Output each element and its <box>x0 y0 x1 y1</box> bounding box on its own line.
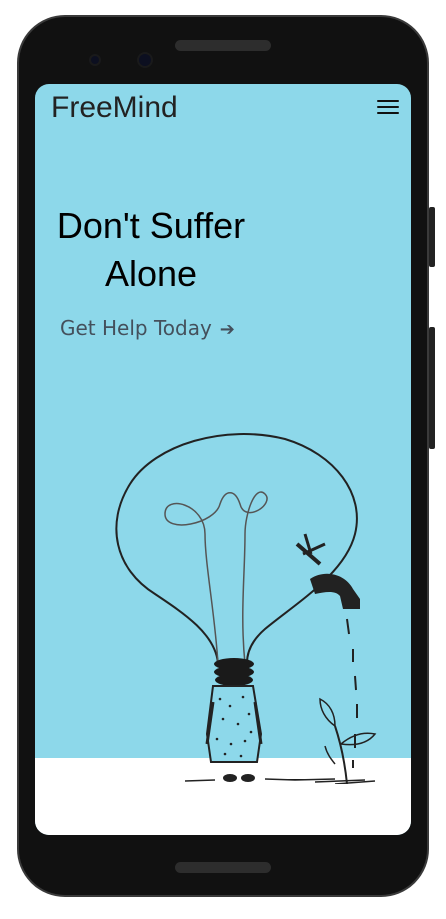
hero-title-line1: Don't Suffer <box>56 205 246 246</box>
volume-button <box>429 327 435 449</box>
hero-title: Don't Suffer Alone <box>51 202 251 298</box>
top-speaker <box>175 40 271 51</box>
screen: FreeMind Don't Suffer Alone Get Help Tod… <box>35 84 411 835</box>
front-camera-icon <box>89 54 101 66</box>
get-help-label: Get Help Today <box>60 316 212 340</box>
brand-logo[interactable]: FreeMind <box>51 91 178 125</box>
hero-title-line2: Alone <box>104 253 198 294</box>
navbar: FreeMind <box>35 84 411 134</box>
lightbulb-illustration <box>115 433 377 784</box>
arrow-right-icon: ➔ <box>219 319 235 340</box>
get-help-link[interactable]: Get Help Today ➔ <box>60 316 235 340</box>
bottom-speaker <box>175 862 271 873</box>
power-button <box>429 207 435 267</box>
front-camera-icon <box>137 52 153 68</box>
hamburger-menu-icon[interactable] <box>377 97 399 117</box>
